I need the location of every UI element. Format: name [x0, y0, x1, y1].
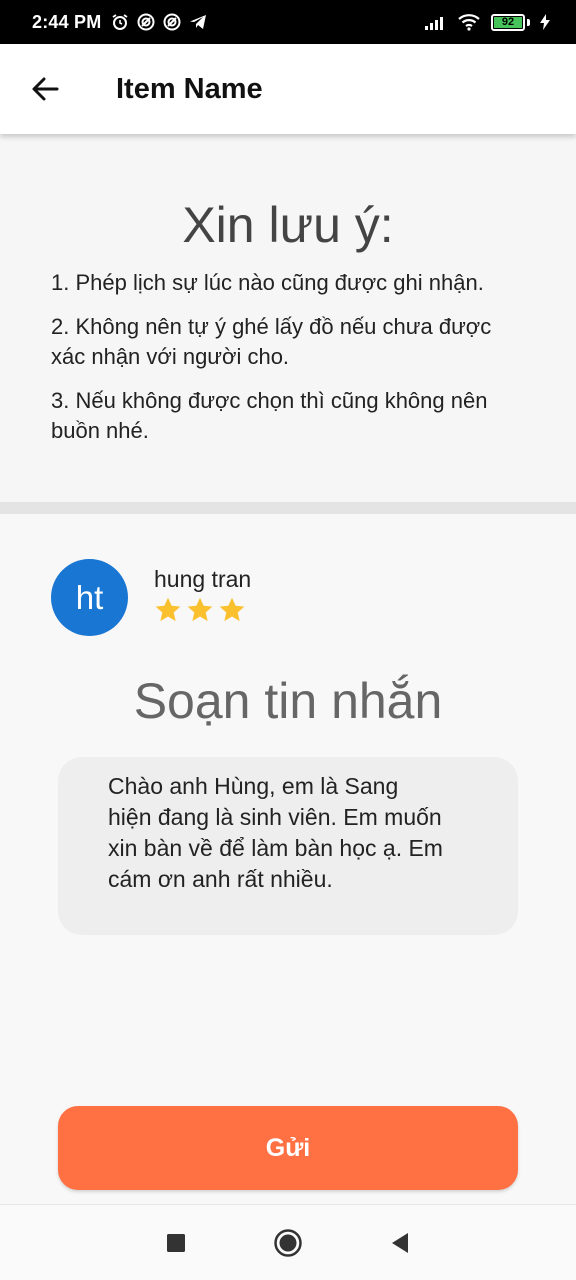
- sync-icon: [163, 13, 181, 31]
- message-text[interactable]: Chào anh Hùng, em là Sang hiện đang là s…: [108, 771, 444, 895]
- compose-title: Soạn tin nhắn: [133, 673, 443, 729]
- alarm-icon: [112, 14, 128, 30]
- notice-section: Xin lưu ý: 1. Phép lịch sự lúc nào cũng …: [0, 134, 576, 502]
- star-icon: [219, 597, 245, 622]
- app-bar: Item Name: [0, 44, 576, 134]
- wifi-icon: [458, 14, 480, 31]
- status-bar: 2:44 PM 92: [0, 0, 576, 44]
- notice-item: 2. Không nên tự ý ghé lấy đồ nếu chưa đư…: [51, 314, 492, 369]
- battery-icon: 92: [491, 13, 530, 31]
- send-button[interactable]: Gửi: [58, 1106, 518, 1190]
- back-triangle-icon: [392, 1232, 408, 1253]
- star-icon: [187, 597, 213, 622]
- signal-icon: [425, 17, 443, 30]
- home-circle-icon: [274, 1228, 302, 1257]
- notice-list: 1. Phép lịch sự lúc nào cũng được ghi nh…: [51, 268, 531, 460]
- user-name: hung tran: [154, 566, 252, 592]
- section-divider: [0, 502, 576, 514]
- status-time: 2:44 PM: [32, 11, 102, 32]
- notice-title: Xin lưu ý:: [182, 197, 394, 253]
- arrow-left-icon: [32, 77, 59, 101]
- system-nav-bar: [0, 1204, 576, 1280]
- status-left: 2:44 PM: [32, 12, 207, 33]
- page-title: Item Name: [116, 72, 263, 105]
- telegram-icon: [190, 15, 207, 29]
- avatar[interactable]: ht: [51, 559, 128, 636]
- notification-icons: [111, 13, 207, 31]
- battery-level: 92: [494, 16, 522, 28]
- home-button[interactable]: [268, 1223, 308, 1263]
- back-button[interactable]: [0, 44, 90, 134]
- sync-icon: [137, 13, 155, 31]
- recents-square-icon: [167, 1233, 185, 1252]
- star-icon: [155, 597, 181, 622]
- status-right: 92: [425, 13, 550, 31]
- charging-icon: [540, 14, 550, 30]
- notice-item: 3. Nếu không được chọn thì cũng không nê…: [51, 388, 488, 443]
- notice-item: 1. Phép lịch sự lúc nào cũng được ghi nh…: [51, 270, 484, 295]
- rating-stars: [154, 596, 246, 624]
- back-nav-button[interactable]: [380, 1223, 420, 1263]
- message-input[interactable]: Chào anh Hùng, em là Sang hiện đang là s…: [58, 757, 518, 935]
- recents-button[interactable]: [156, 1223, 196, 1263]
